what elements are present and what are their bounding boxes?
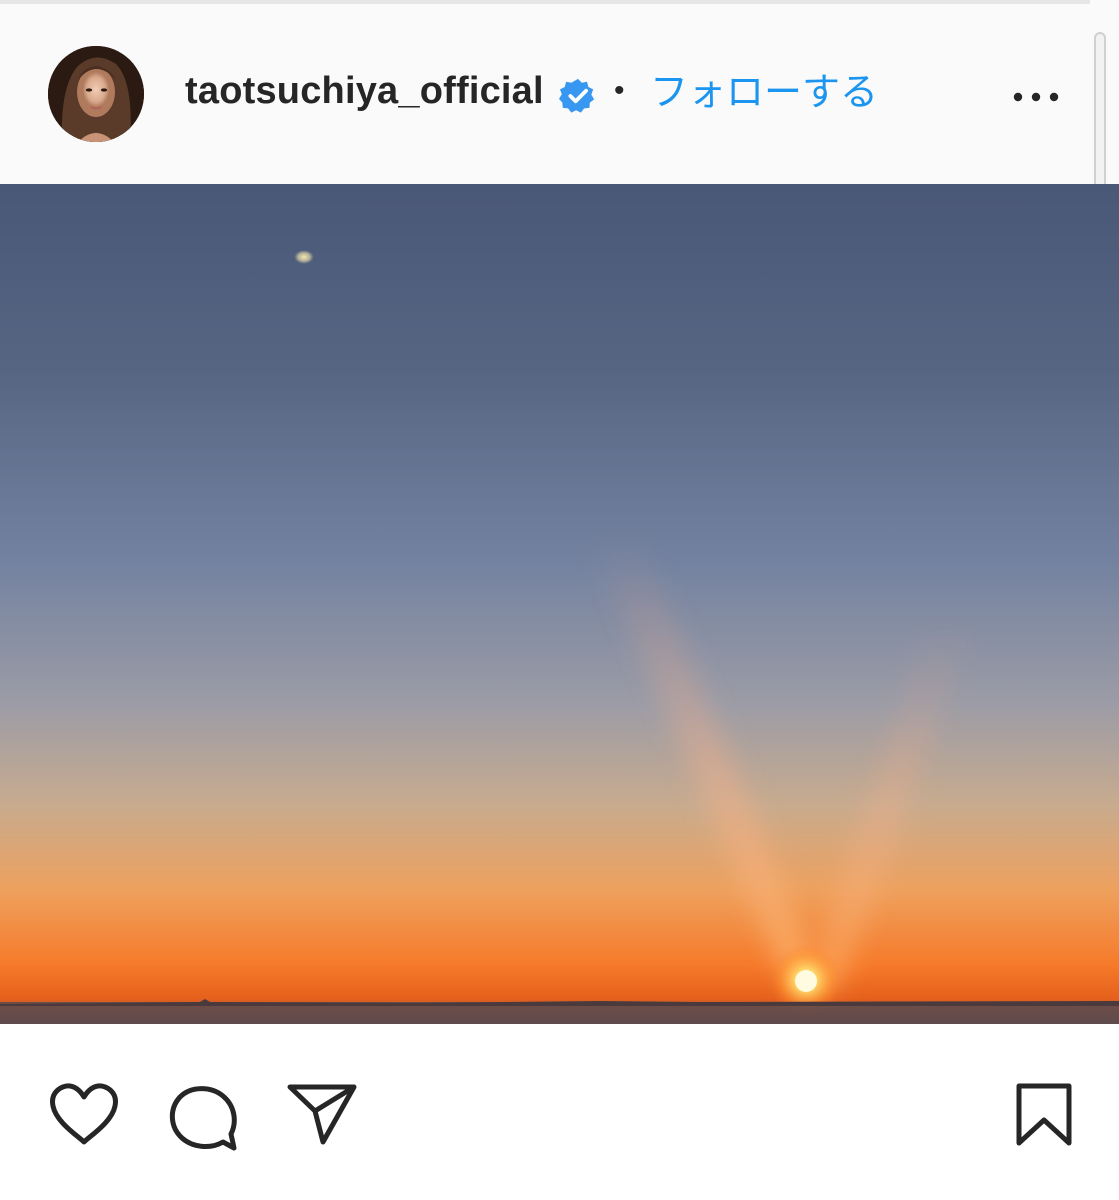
- post-photo[interactable]: [0, 184, 1119, 1024]
- avatar-image: [48, 46, 144, 142]
- post-header: taotsuchiya_official • フォローする: [0, 4, 1090, 184]
- ellipsis-icon[interactable]: [1010, 82, 1062, 112]
- comment-bubble-icon[interactable]: [167, 1082, 239, 1152]
- avatar[interactable]: [48, 46, 144, 142]
- heart-icon[interactable]: [48, 1082, 120, 1148]
- username-link[interactable]: taotsuchiya_official: [185, 68, 544, 114]
- bookmark-icon[interactable]: [1013, 1082, 1075, 1148]
- post-actions-bar: [0, 1024, 1119, 1200]
- sun: [795, 970, 817, 992]
- instagram-post: taotsuchiya_official • フォローする: [0, 0, 1119, 1200]
- paper-plane-icon[interactable]: [286, 1082, 358, 1146]
- verified-badge-icon: [559, 77, 597, 115]
- follow-button[interactable]: フォローする: [650, 68, 878, 118]
- planet-dot: [294, 250, 314, 264]
- sky-gradient: [0, 184, 1119, 1024]
- separator-dot: •: [614, 74, 625, 107]
